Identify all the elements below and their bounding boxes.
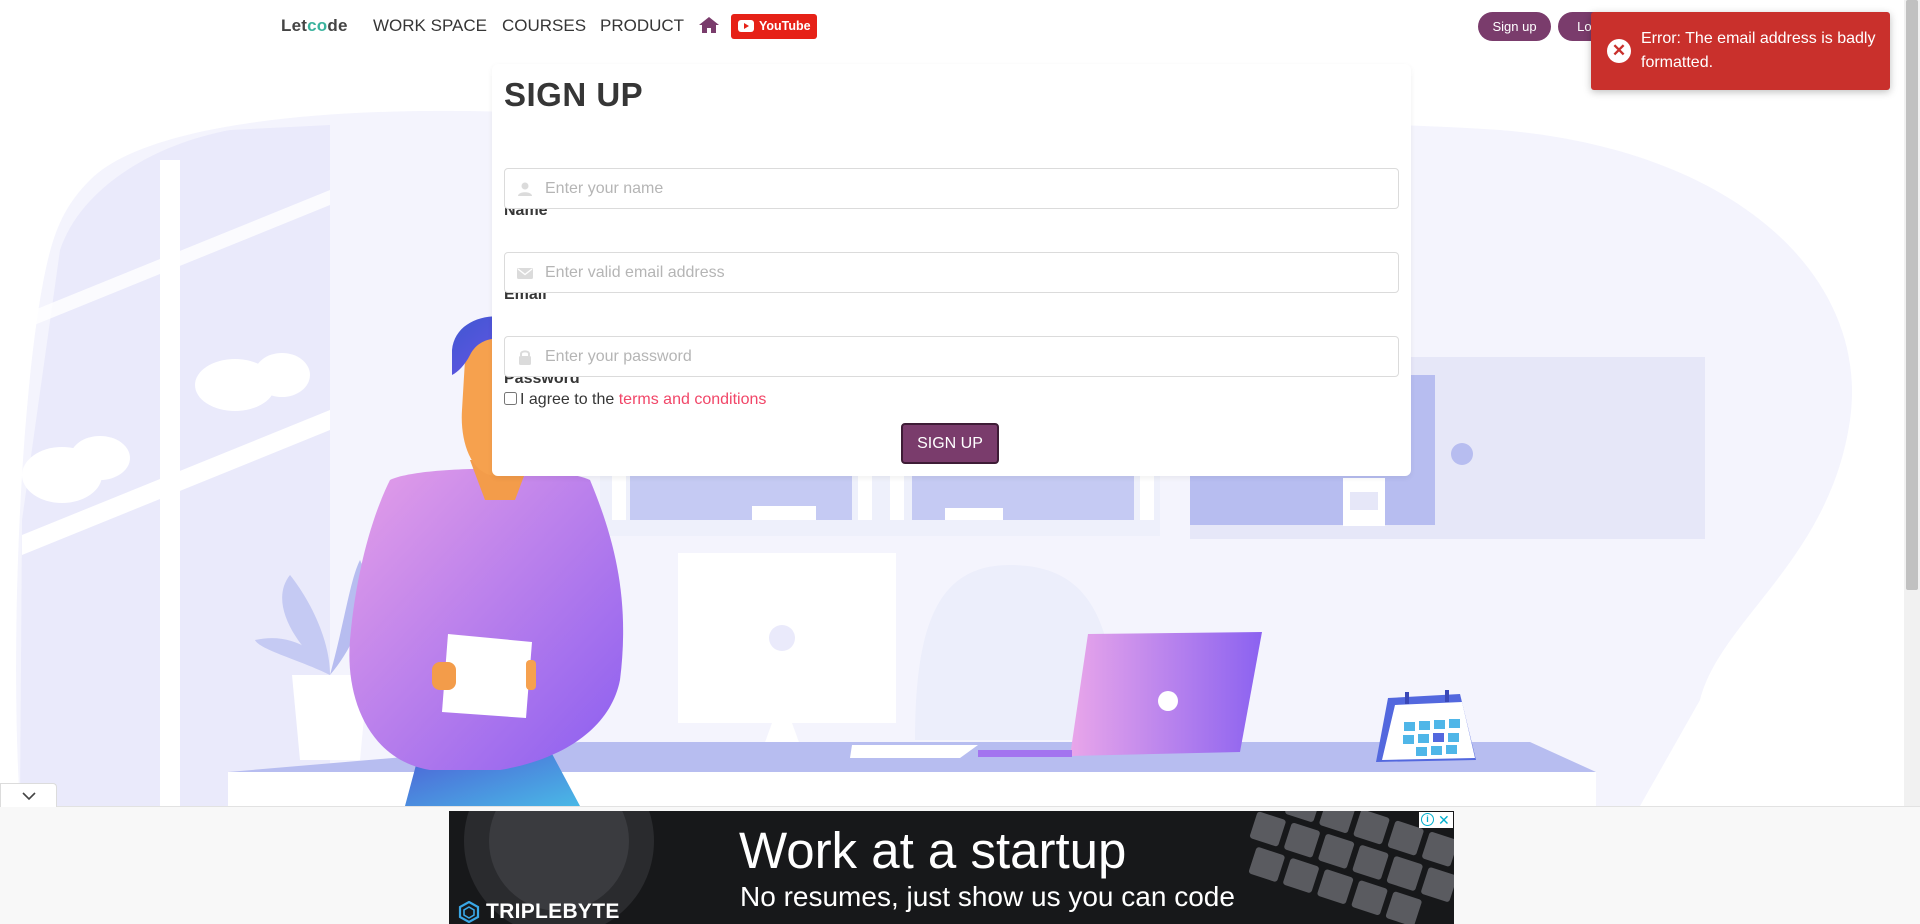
logo-text-post: de [327, 16, 348, 35]
signup-nav-button[interactable]: Sign up [1478, 12, 1551, 41]
page: Letcode WORK SPACE COURSES PRODUCT YouTu… [0, 0, 1920, 924]
terms-link[interactable]: terms and conditions [619, 391, 767, 408]
youtube-icon [738, 20, 754, 32]
nav-item-product[interactable]: PRODUCT [600, 16, 684, 36]
terms-text: I agree to the terms and conditions [520, 391, 766, 409]
logo[interactable]: Letcode [281, 16, 348, 36]
signup-card: SIGN UP Name Email Password [492, 64, 1411, 476]
ad-banner[interactable]: Work at a startup No resumes, just show … [449, 811, 1454, 924]
email-field [504, 252, 1399, 293]
lock-icon [519, 350, 531, 365]
password-input[interactable] [545, 337, 1385, 376]
logo-text-pre: Let [281, 16, 308, 35]
error-toast[interactable]: ✕ Error: The email address is badly form… [1591, 12, 1890, 90]
home-icon[interactable] [698, 15, 720, 35]
terms-prefix: I agree to the [520, 391, 619, 408]
ad-choices[interactable]: i ✕ [1419, 812, 1453, 828]
signup-submit-button[interactable]: SIGN UP [901, 423, 999, 464]
triplebyte-logo-icon [458, 901, 480, 923]
page-scrollbar[interactable] [1904, 0, 1920, 806]
name-input[interactable] [545, 169, 1385, 208]
ad-collapse-button[interactable] [0, 783, 57, 807]
name-field [504, 168, 1399, 209]
error-circle-icon: ✕ [1607, 39, 1631, 63]
toast-message: Error: The email address is badly format… [1641, 30, 1876, 71]
nav-item-workspace[interactable]: WORK SPACE [373, 16, 487, 36]
ad-subline: No resumes, just show us you can code [740, 881, 1235, 912]
youtube-button[interactable]: YouTube [731, 14, 817, 39]
ad-info-icon[interactable]: i [1421, 813, 1434, 826]
ad-close-icon[interactable]: ✕ [1438, 812, 1450, 828]
chevron-down-icon [22, 792, 36, 801]
terms-checkbox[interactable] [504, 392, 517, 405]
page-title: SIGN UP [504, 76, 644, 113]
email-input[interactable] [545, 253, 1385, 292]
password-field [504, 336, 1399, 377]
youtube-label: YouTube [759, 19, 811, 33]
ad-brand: TRIPLEBYTE [486, 900, 620, 923]
nav-item-courses[interactable]: COURSES [502, 16, 586, 36]
logo-text-glyph: o [316, 16, 328, 35]
ad-headline: Work at a startup [739, 822, 1127, 879]
user-icon [518, 182, 532, 196]
envelope-icon [517, 268, 533, 279]
scrollbar-thumb[interactable] [1906, 0, 1918, 590]
logo-text-accent: c [307, 16, 317, 35]
